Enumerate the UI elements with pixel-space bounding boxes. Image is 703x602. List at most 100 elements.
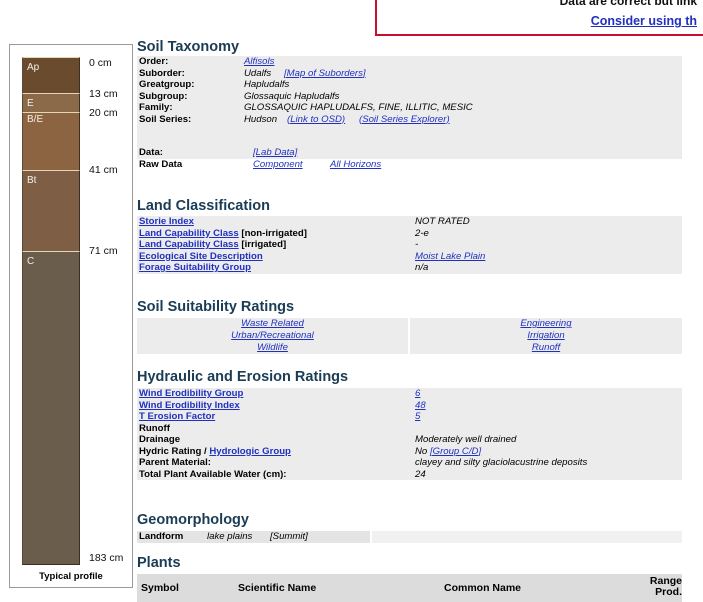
land-capability-class-link[interactable]: Land Capability Class	[139, 228, 239, 239]
land-row-value: n/a	[415, 262, 429, 273]
family-value: GLOSSAQUIC HAPLUDALFS, FINE, ILLITIC, ME…	[244, 102, 473, 113]
suitability-cell: Engineering	[410, 318, 682, 330]
soil-taxonomy-table: Order: Alfisols Suborder: Udalfs [Map of…	[137, 56, 682, 170]
depth-label: 71 cm	[89, 245, 118, 257]
land-row: Land Capability Class [non-irrigated] 2-…	[137, 227, 682, 239]
waste-related-link[interactable]: Waste Related	[241, 318, 304, 329]
subgroup-value: Glossaquic Hapludalfs	[244, 90, 340, 102]
land-row: Storie Index NOT RATED	[137, 216, 682, 228]
horizon-label: C	[27, 256, 35, 267]
soil-series-explorer-link[interactable]: (Soil Series Explorer)	[359, 114, 450, 126]
plants-heading: Plants	[137, 555, 181, 571]
plant-available-water-label: Total Plant Available Water (cm):	[139, 468, 287, 480]
profile-caption: Typical profile	[39, 571, 103, 582]
drainage-value: Moderately well drained	[415, 434, 517, 445]
all-horizons-link[interactable]: All Horizons	[330, 159, 381, 171]
horizon-label: Ap	[27, 62, 40, 73]
geomorphology-heading: Geomorphology	[137, 512, 249, 528]
taxonomy-row-subgroup: Subgroup: Glossaquic Hapludalfs	[137, 90, 682, 102]
engineering-link[interactable]: Engineering	[520, 318, 571, 329]
horizon-be[interactable]: B/E	[22, 112, 80, 170]
hydric-rating-value: No [Group C/D]	[415, 445, 482, 457]
col-symbol: Symbol	[141, 582, 179, 594]
horizon-label: Bt	[27, 175, 37, 186]
row-label: Data:	[139, 147, 163, 158]
land-row-label: Land Capability Class [non-irrigated]	[139, 227, 307, 239]
depth-label: 41 cm	[89, 164, 118, 176]
land-classification-heading: Land Classification	[137, 198, 270, 214]
landform-label: Landform	[139, 531, 184, 542]
runoff-label: Runoff	[139, 422, 170, 434]
forage-suitability-group-link[interactable]: Forage Suitability Group	[139, 262, 251, 273]
hydraulic-row: Runoff	[137, 422, 682, 434]
hydraulic-row: Parent Material: clayey and silty glacio…	[137, 457, 682, 469]
land-capability-class-link[interactable]: Land Capability Class	[139, 239, 239, 250]
ecological-site-description-link[interactable]: Ecological Site Description	[139, 251, 263, 262]
soil-taxonomy-heading: Soil Taxonomy	[137, 39, 240, 55]
land-row: Ecological Site Description Moist Lake P…	[137, 250, 682, 263]
geomorphology-table: Landform lake plains [Summit]	[137, 531, 682, 543]
col-range-prod: Range Prod.	[649, 575, 682, 598]
horizon-bt[interactable]: Bt	[22, 170, 80, 251]
horizon-ap[interactable]: Ap	[22, 57, 80, 93]
land-row-label: Storie Index	[139, 216, 194, 228]
parent-material-value: clayey and silty glaciolacustrine deposi…	[415, 457, 588, 468]
land-row-label: Land Capability Class [irrigated]	[139, 239, 287, 250]
group-cd-link[interactable]: [Group C/D]	[430, 446, 481, 457]
map-of-suborders-link[interactable]: [Map of Suborders]	[284, 68, 366, 80]
component-link[interactable]: Component	[253, 159, 303, 171]
hydrologic-group-link[interactable]: Hydrologic Group	[209, 446, 291, 457]
taxonomy-row-family: Family: GLOSSAQUIC HAPLUDALFS, FINE, ILL…	[137, 102, 682, 114]
row-label: Raw Data	[139, 158, 183, 170]
depth-label: 0 cm	[89, 57, 112, 69]
horizon-c[interactable]: C	[22, 251, 80, 565]
data-notice-box: Data are correct but link Consider using…	[375, 0, 703, 36]
landform-position: [Summit]	[270, 531, 308, 542]
taxonomy-row-suborder: Suborder: Udalfs [Map of Suborders]	[137, 67, 682, 80]
land-row-label: Forage Suitability Group	[139, 262, 251, 274]
suitability-cell: Urban/Recreational	[137, 330, 408, 342]
notice-link[interactable]: Consider using th	[591, 14, 697, 28]
wildlife-link[interactable]: Wildlife	[257, 342, 288, 353]
row-label: Suborder:	[139, 67, 185, 79]
soil-suitability-table: Waste Related Engineering Urban/Recreati…	[137, 318, 682, 354]
t-erosion-factor-value[interactable]: 5	[415, 411, 420, 423]
wind-erodibility-group-link[interactable]: Wind Erodibility Group	[139, 388, 243, 400]
row-label: Order:	[139, 56, 169, 67]
hydraulic-row: T Erosion Factor 5	[137, 411, 682, 423]
urban-recreational-link[interactable]: Urban/Recreational	[231, 330, 314, 341]
land-row-label: Ecological Site Description	[139, 251, 263, 263]
runoff-link[interactable]: Runoff	[532, 342, 560, 353]
landform-value: lake plains	[207, 531, 253, 542]
link-to-osd[interactable]: (Link to OSD)	[287, 114, 345, 126]
depth-label: 20 cm	[89, 107, 118, 119]
storie-index-link[interactable]: Storie Index	[139, 216, 194, 227]
horizon-label: E	[27, 98, 34, 109]
wind-erodibility-index-value[interactable]: 48	[415, 400, 426, 412]
land-row: Forage Suitability Group n/a	[137, 262, 682, 274]
land-classification-table: Storie Index NOT RATED Land Capability C…	[137, 216, 682, 274]
suborder-value: Udalfs	[244, 67, 272, 79]
suitability-row: Waste Related Engineering	[137, 318, 682, 330]
col-scientific-name: Scientific Name	[238, 582, 317, 594]
order-link[interactable]: Alfisols	[244, 56, 274, 68]
t-erosion-factor-link[interactable]: T Erosion Factor	[139, 411, 215, 423]
ecological-site-value-link[interactable]: Moist Lake Plain	[415, 251, 485, 263]
suitability-row: Urban/Recreational Irrigation	[137, 330, 682, 342]
land-row-value: -	[415, 239, 419, 250]
hydraulic-row: Drainage Moderately well drained	[137, 434, 682, 446]
lab-data-link[interactable]: [Lab Data]	[253, 147, 297, 159]
wind-erodibility-index-link[interactable]: Wind Erodibility Index	[139, 400, 240, 412]
plant-available-water-value: 24	[415, 468, 426, 480]
horizon-e[interactable]: E	[22, 93, 80, 112]
suitability-cell: Irrigation	[410, 330, 682, 342]
wind-erodibility-group-value[interactable]: 6	[415, 388, 420, 400]
plants-table-header: Symbol Scientific Name Common Name Range…	[137, 574, 682, 602]
taxonomy-row-raw: Raw Data Component All Horizons	[137, 159, 682, 171]
suitability-cell: Waste Related	[137, 318, 408, 330]
depth-label: 13 cm	[89, 88, 118, 100]
hydraulic-row: Wind Erodibility Group 6	[137, 388, 682, 400]
taxonomy-row-series: Soil Series: Hudson (Link to OSD) (Soil …	[137, 113, 682, 126]
irrigation-link[interactable]: Irrigation	[527, 330, 564, 341]
land-row: Land Capability Class [irrigated] -	[137, 239, 682, 251]
